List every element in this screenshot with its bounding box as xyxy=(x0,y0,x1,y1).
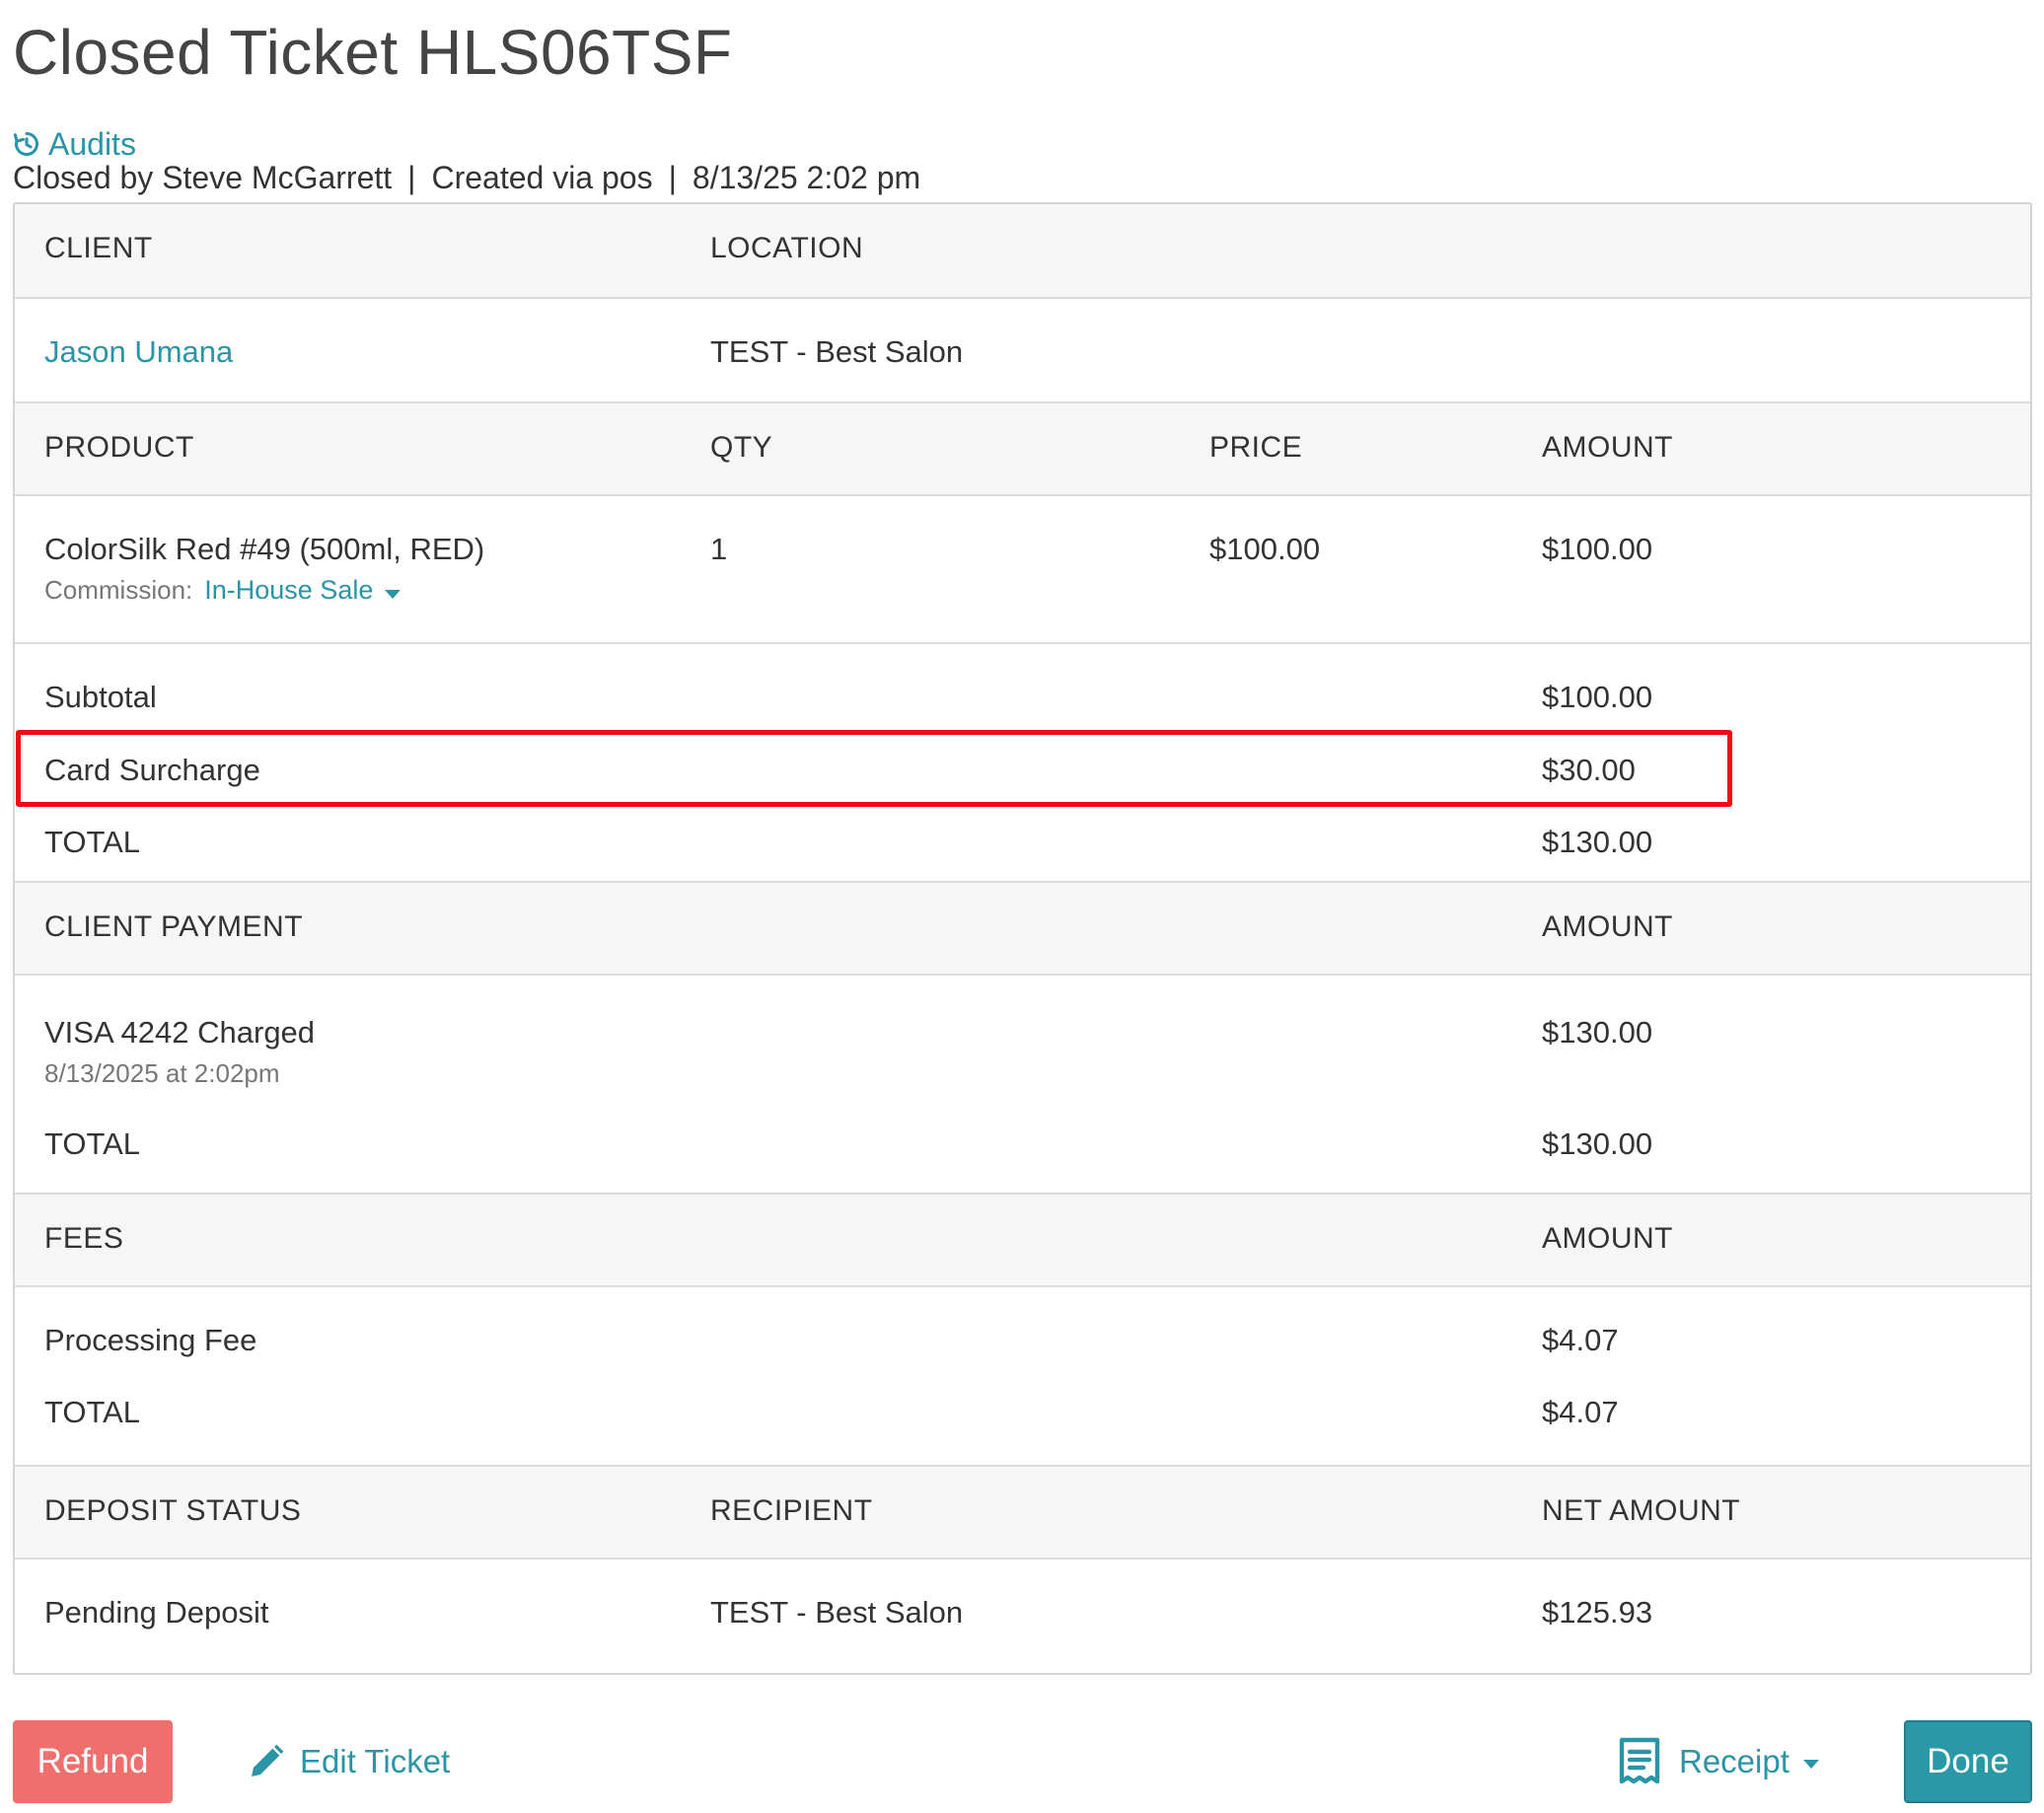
pencil-icon xyxy=(252,1744,284,1777)
price-header: PRICE xyxy=(1209,431,1303,464)
fees-header: FEES xyxy=(44,1222,124,1255)
receipt-icon xyxy=(1619,1737,1660,1784)
total-value: $130.00 xyxy=(1542,825,1653,859)
recipient-header: RECIPIENT xyxy=(710,1494,873,1527)
product-row: ColorSilk Red #49 (500ml, RED) 1 $100.00… xyxy=(15,496,2030,644)
total-label: TOTAL xyxy=(44,825,141,859)
totals-section: Subtotal $100.00 Card Surcharge $30.00 T… xyxy=(15,644,2030,881)
fees-total-label: TOTAL xyxy=(44,1395,141,1429)
payment-header-row: CLIENT PAYMENT AMOUNT xyxy=(15,881,2030,976)
done-button[interactable]: Done xyxy=(1904,1720,2032,1803)
refund-button[interactable]: Refund xyxy=(13,1720,173,1803)
product-price: $100.00 xyxy=(1209,532,1321,566)
history-icon xyxy=(13,131,38,156)
edit-ticket-link[interactable]: Edit Ticket xyxy=(247,1738,450,1785)
closed-by: Closed by Steve McGarrett xyxy=(13,159,393,195)
receipt-dropdown[interactable]: Receipt xyxy=(1618,1736,1819,1787)
deposit-status: Pending Deposit xyxy=(44,1595,269,1630)
ticket-meta: Closed by Steve McGarrett | Created via … xyxy=(13,159,920,196)
product-header: PRODUCT xyxy=(44,431,194,464)
fees-total-value: $4.07 xyxy=(1542,1395,1619,1429)
commission-dropdown[interactable]: In-House Sale xyxy=(204,575,402,606)
product-header-row: PRODUCT QTY PRICE AMOUNT xyxy=(15,401,2030,496)
commission-label: Commission: xyxy=(44,575,193,605)
meta-separator: | xyxy=(407,159,416,195)
processing-fee-value: $4.07 xyxy=(1542,1323,1619,1357)
receipt-label: Receipt xyxy=(1679,1743,1789,1779)
qty-header: QTY xyxy=(710,431,773,464)
commission-row: Commission: In-House Sale xyxy=(44,575,402,606)
deposit-status-header: DEPOSIT STATUS xyxy=(44,1494,302,1527)
subtotal-label: Subtotal xyxy=(44,680,157,714)
created-via: Created via pos xyxy=(431,159,653,195)
product-qty: 1 xyxy=(710,532,728,566)
net-amount: $125.93 xyxy=(1542,1595,1653,1630)
fees-amount-header: AMOUNT xyxy=(1542,1222,1673,1255)
payment-total-value: $130.00 xyxy=(1542,1126,1653,1161)
caret-down-icon xyxy=(1802,1759,1819,1769)
amount-header: AMOUNT xyxy=(1542,431,1673,464)
client-payment-header: CLIENT PAYMENT xyxy=(44,910,304,943)
processing-fee-label: Processing Fee xyxy=(44,1323,257,1357)
surcharge-value: $30.00 xyxy=(1542,753,1636,787)
client-name-link[interactable]: Jason Umana xyxy=(44,334,233,370)
ticket-details-card: CLIENT LOCATION Jason Umana TEST - Best … xyxy=(13,202,2032,1675)
location-name: TEST - Best Salon xyxy=(710,334,964,369)
payment-amount-header: AMOUNT xyxy=(1542,910,1673,943)
net-amount-header: NET AMOUNT xyxy=(1542,1494,1741,1527)
meta-separator: | xyxy=(668,159,677,195)
payment-section: VISA 4242 Charged $130.00 8/13/2025 at 2… xyxy=(15,976,2030,1193)
payment-method: VISA 4242 Charged xyxy=(44,1015,316,1050)
payment-amount: $130.00 xyxy=(1542,1015,1653,1050)
audits-label: Audits xyxy=(48,125,136,162)
deposit-recipient: TEST - Best Salon xyxy=(710,1595,964,1630)
client-row: Jason Umana TEST - Best Salon xyxy=(15,299,2030,401)
location-header: LOCATION xyxy=(710,232,864,264)
product-amount: $100.00 xyxy=(1542,532,1653,566)
commission-value: In-House Sale xyxy=(204,575,374,605)
subtotal-value: $100.00 xyxy=(1542,680,1653,714)
deposit-header-row: DEPOSIT STATUS RECIPIENT NET AMOUNT xyxy=(15,1465,2030,1559)
ticket-datetime: 8/13/25 2:02 pm xyxy=(692,159,921,195)
payment-total-label: TOTAL xyxy=(44,1126,141,1161)
client-header-row: CLIENT LOCATION xyxy=(15,204,2030,299)
page-title: Closed Ticket HLS06TSF xyxy=(13,17,733,88)
edit-ticket-label: Edit Ticket xyxy=(300,1743,451,1779)
audits-link[interactable]: Audits xyxy=(13,126,136,162)
caret-down-icon xyxy=(385,590,402,599)
fees-header-row: FEES AMOUNT xyxy=(15,1193,2030,1287)
client-header: CLIENT xyxy=(44,232,153,264)
payment-date: 8/13/2025 at 2:02pm xyxy=(44,1058,280,1088)
fees-section: Processing Fee $4.07 TOTAL $4.07 xyxy=(15,1287,2030,1465)
product-name: ColorSilk Red #49 (500ml, RED) xyxy=(44,532,485,566)
deposit-row: Pending Deposit TEST - Best Salon $125.9… xyxy=(15,1559,2030,1673)
surcharge-label: Card Surcharge xyxy=(44,753,260,787)
